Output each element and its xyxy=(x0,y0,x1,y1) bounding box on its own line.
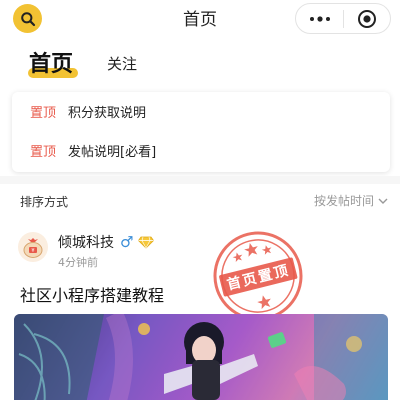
avatar[interactable]: ¥ xyxy=(18,232,48,262)
svg-text:¥: ¥ xyxy=(31,248,34,254)
pinned-tag: 置顶 xyxy=(30,105,57,121)
sort-selected: 按发帖时间 xyxy=(313,194,374,208)
pinned-tag: 置顶 xyxy=(30,144,57,160)
close-button[interactable] xyxy=(344,4,390,33)
chevron-down-icon xyxy=(378,198,388,204)
more-button[interactable] xyxy=(296,4,343,33)
pinned-item[interactable]: 置顶 积分获取说明 xyxy=(30,101,146,121)
post-title[interactable]: 社区小程序搭建教程 xyxy=(20,282,164,306)
diamond-vip-icon xyxy=(138,236,155,249)
pinned-card: 置顶 积分获取说明 置顶 发帖说明[必看] xyxy=(12,92,390,172)
tab-home[interactable]: 首页 xyxy=(29,46,73,78)
money-bag-icon: ¥ xyxy=(23,238,43,258)
author-name[interactable]: 倾城科技 xyxy=(58,232,114,252)
section-divider xyxy=(0,176,400,184)
nav-bar: 首页 xyxy=(0,0,400,38)
more-dots-icon xyxy=(309,15,330,22)
pinned-title: 积分获取说明 xyxy=(68,105,147,121)
post-time: 4分钟前 xyxy=(58,256,98,269)
sort-dropdown[interactable]: 按发帖时间 xyxy=(314,192,388,209)
tab-follow[interactable]: 关注 xyxy=(107,53,137,74)
male-gender-icon: ♂ xyxy=(120,233,134,251)
sort-label: 排序方式 xyxy=(20,195,69,209)
author-line: 倾城科技 ♂ xyxy=(58,232,155,252)
post-cover-image[interactable] xyxy=(14,314,388,400)
pinned-item[interactable]: 置顶 发帖说明[必看] xyxy=(30,140,156,160)
sort-bar: 排序方式 按发帖时间 xyxy=(0,188,400,214)
pinned-title: 发帖说明[必看] xyxy=(68,144,157,160)
mini-program-capsule xyxy=(295,3,391,34)
tab-bar: 首页 关注 xyxy=(0,44,400,84)
cover-illustration xyxy=(14,314,388,400)
target-close-icon xyxy=(358,9,376,28)
